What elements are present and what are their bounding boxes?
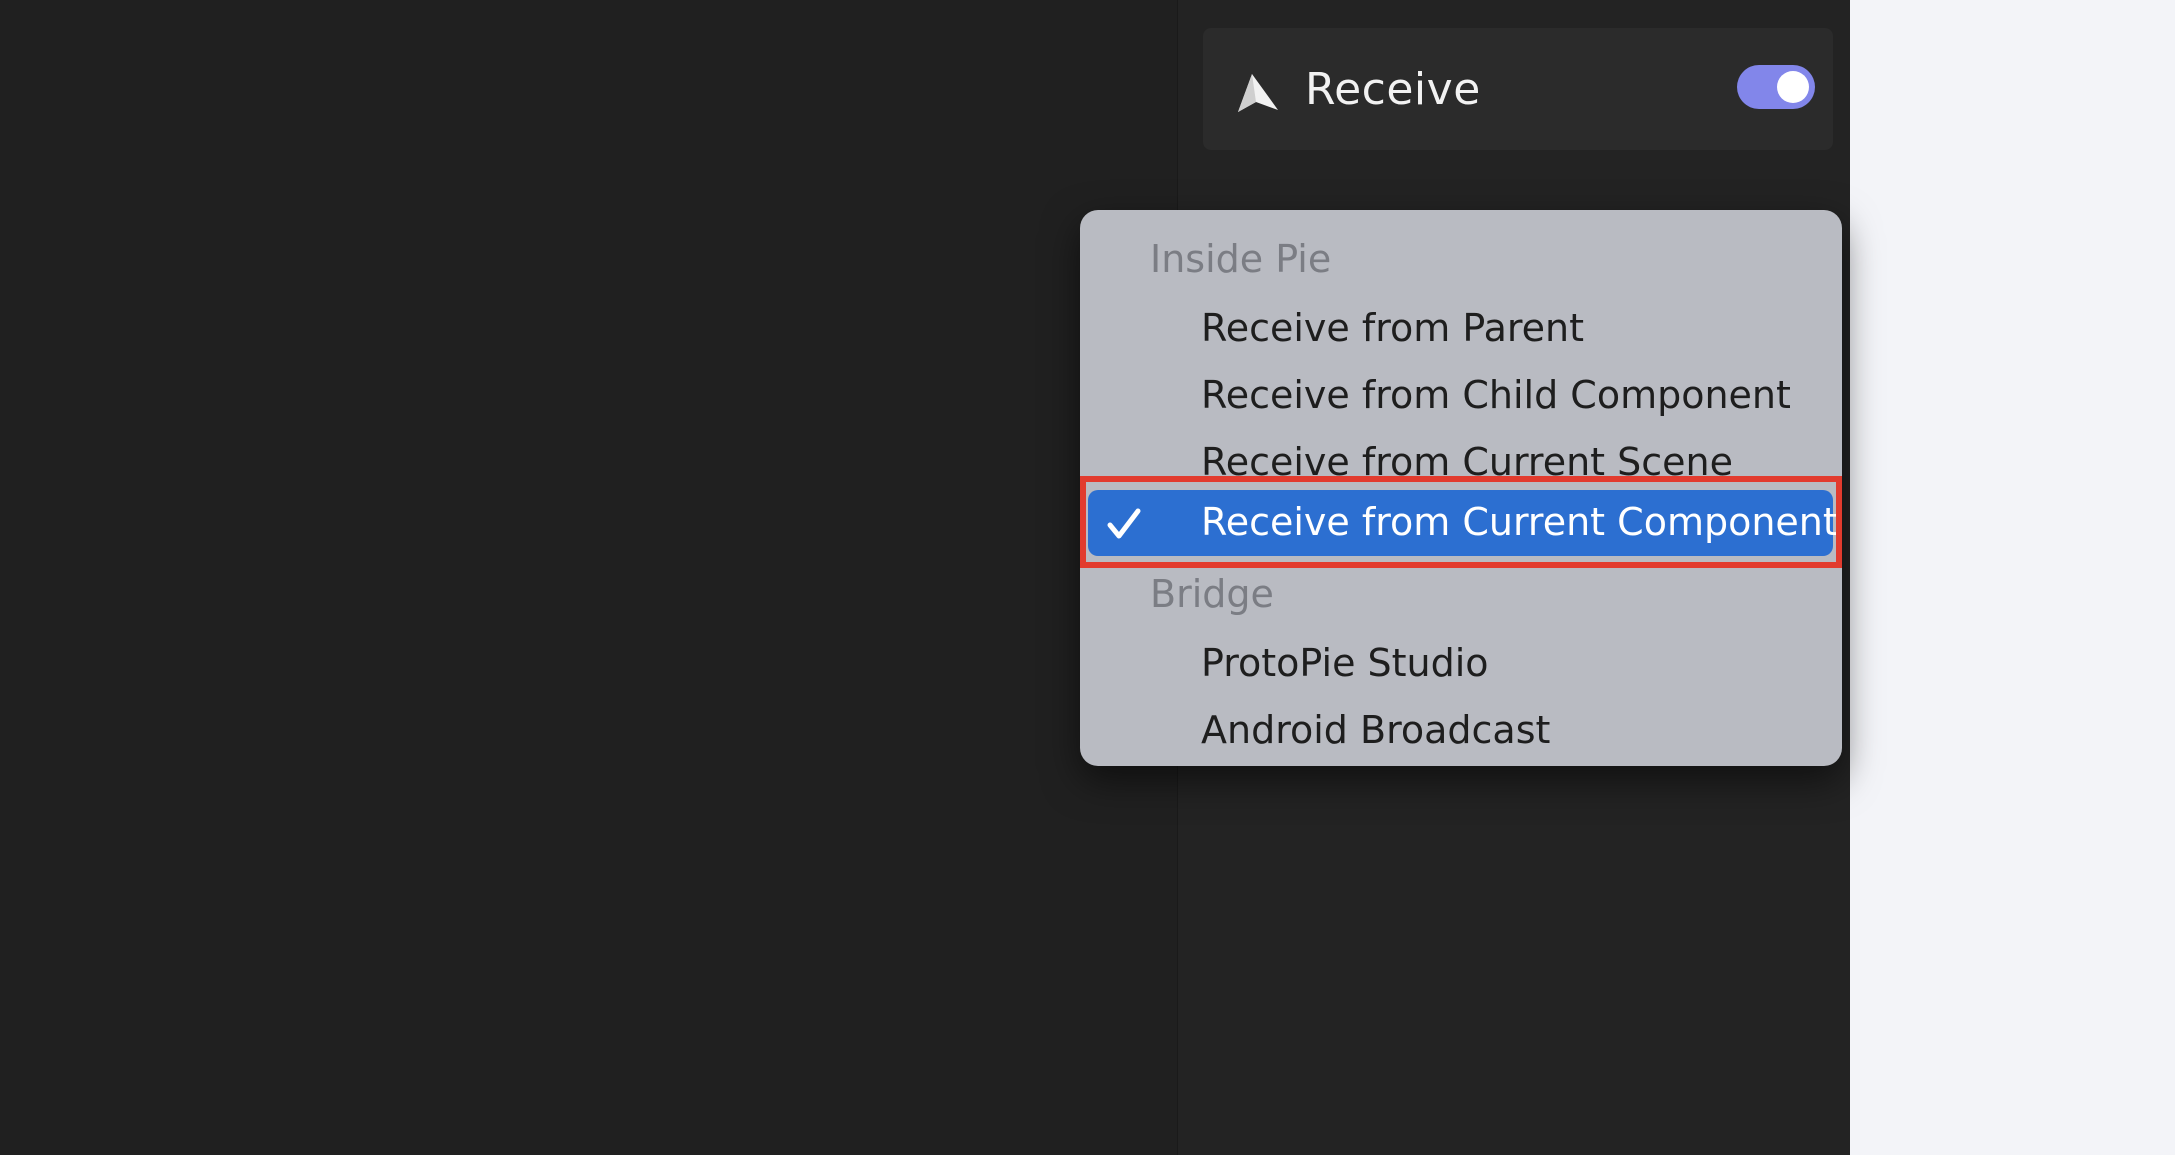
menu-item-receive-from-current-scene[interactable]: Receive from Current Scene <box>1088 430 1833 496</box>
group-header-inside-pie: Inside Pie <box>1150 237 1332 281</box>
trigger-title: Receive <box>1305 64 1481 115</box>
menu-item-label: Receive from Parent <box>1201 306 1585 350</box>
menu-item-label: Receive from Child Component <box>1201 373 1791 417</box>
receive-source-dropdown: Inside Pie Receive from Parent Receive f… <box>1080 210 1842 766</box>
canvas-area <box>0 0 1177 1155</box>
checkmark-icon <box>1106 506 1142 542</box>
menu-item-receive-from-child-component[interactable]: Receive from Child Component <box>1088 363 1833 429</box>
menu-item-protopie-studio[interactable]: ProtoPie Studio <box>1088 631 1833 697</box>
menu-item-receive-from-parent[interactable]: Receive from Parent <box>1088 296 1833 362</box>
menu-item-label: Android Broadcast <box>1201 708 1551 752</box>
group-header-bridge: Bridge <box>1150 572 1274 616</box>
menu-item-label: Receive from Current Scene <box>1201 440 1734 484</box>
menu-item-receive-from-current-component[interactable]: Receive from Current Component <box>1088 490 1838 556</box>
menu-item-label: Receive from Current Component <box>1201 500 1838 544</box>
right-background <box>1850 0 2175 1155</box>
trigger-enable-toggle[interactable] <box>1737 65 1815 109</box>
receive-trigger-card[interactable]: Receive <box>1203 28 1833 150</box>
menu-item-label: ProtoPie Studio <box>1201 641 1489 685</box>
menu-item-android-broadcast[interactable]: Android Broadcast <box>1088 698 1833 764</box>
paper-plane-icon <box>1236 72 1280 114</box>
toggle-knob <box>1777 71 1809 103</box>
